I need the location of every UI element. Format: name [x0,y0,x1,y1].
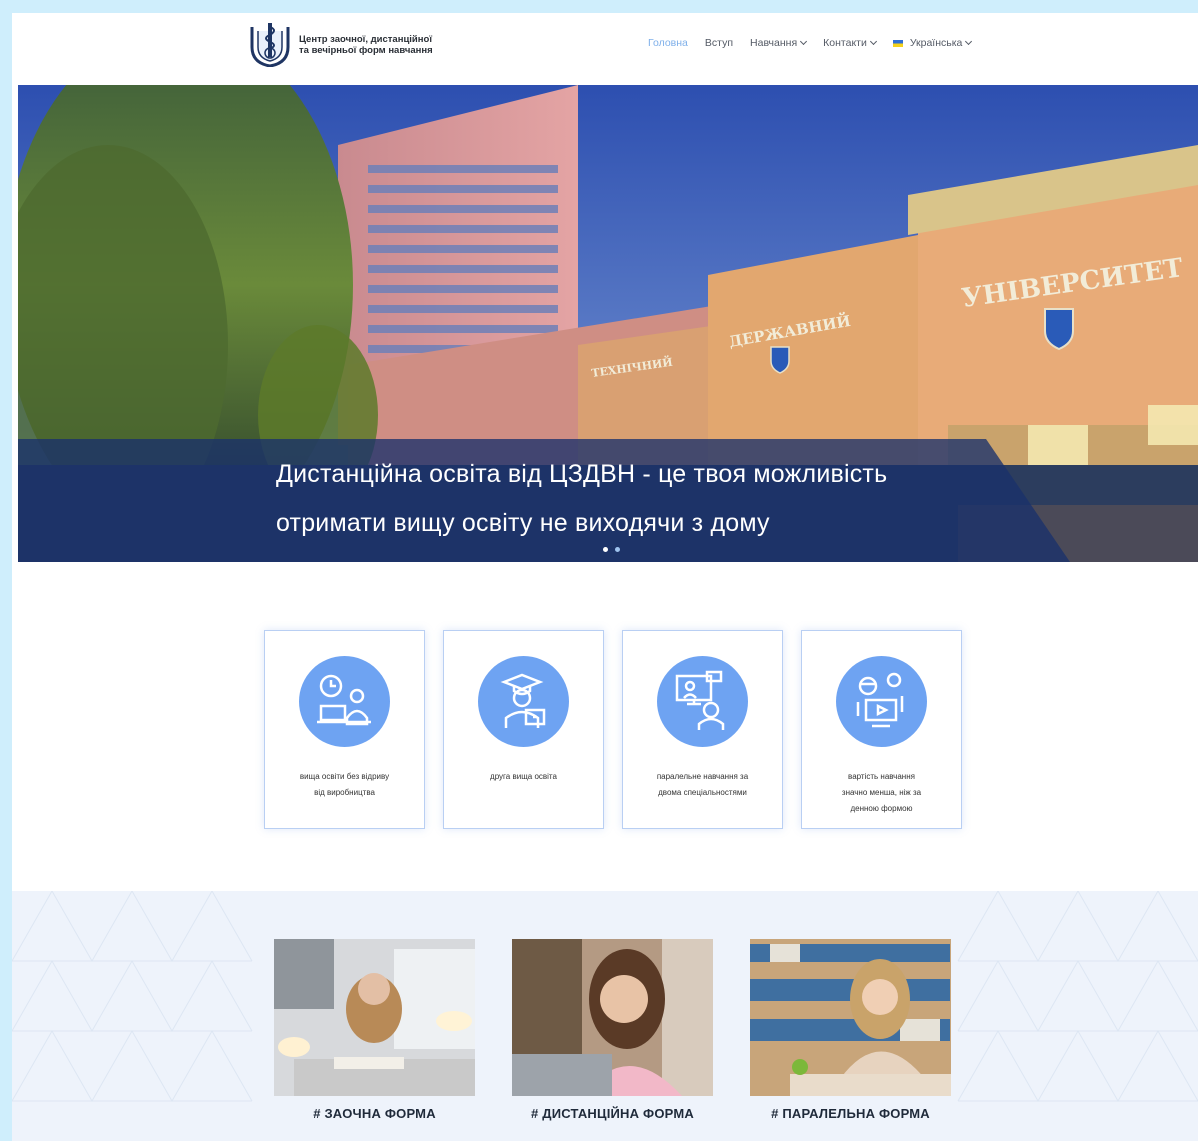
online-teacher-icon [657,656,748,747]
graduate-laptop-icon [478,656,569,747]
student-smiling-laptop-photo [512,939,713,1096]
feature-label: друга вища освіта [454,769,593,785]
clock-laptop-icon [299,656,390,747]
hero-caption: Дистанційна освіта від ЦЗДВН - це твоя м… [276,450,887,548]
feature-label-line3: денною формою [850,804,913,813]
chevron-down-icon [800,37,808,46]
slider-dot[interactable] [615,547,620,552]
language-label: Українська [909,37,963,49]
logo-title[interactable]: Центр заочної, дистанційної та вечірньої… [299,34,433,56]
feature-card[interactable]: друга вища освіта [443,630,604,829]
logo-title-line2: та вечірньої форм навчання [299,45,433,56]
logo-title-line1: Центр заочної, дистанційної [299,34,432,45]
feature-card[interactable]: паралельне навчання за двома спеціальнос… [622,630,783,829]
study-form-label: # ЗАОЧНА ФОРМА [313,1106,436,1121]
hero-caption-line1: Дистанційна освіта від ЦЗДВН - це твоя м… [276,460,888,488]
feature-card[interactable]: вартість навчання значно менша, ніж за д… [801,630,962,829]
page: Центр заочної, дистанційної та вечірньої… [12,13,1198,1141]
feature-label: вища освіти без відриву від виробництва [275,769,414,801]
language-switcher[interactable]: Українська [892,37,973,49]
nav-item-label: Контакти [823,37,867,49]
study-form-card[interactable]: # ДИСТАНЦІЙНА ФОРМА [512,939,713,1121]
study-forms: # ЗАОЧНА ФОРМА # ДИСТАНЦІЙНА ФОРМА # ПАР… [274,939,951,1121]
feature-label-line1: вища освіти без відриву [299,772,390,781]
nav-item-label: Головна [648,37,688,49]
hero-slider[interactable]: УНІВЕРСИТЕТ ДЕРЖАВНИЙ ТЕХНІЧНИЙ Дистанці… [18,85,1198,562]
nav-item-contacts[interactable]: Контакти [823,37,877,49]
nav-item-label: Навчання [750,37,798,49]
nav-item-study[interactable]: Навчання [750,37,808,49]
study-form-label: # ДИСТАНЦІЙНА ФОРМА [531,1106,694,1121]
study-form-label: # ПАРАЛЕЛЬНА ФОРМА [771,1106,930,1121]
feature-card[interactable]: вища освіти без відриву від виробництва [264,630,425,829]
site-header: Центр заочної, дистанційної та вечірньої… [12,13,1198,73]
study-forms-section: # ЗАОЧНА ФОРМА # ДИСТАНЦІЙНА ФОРМА # ПАР… [12,891,1198,1141]
study-form-card[interactable]: # ЗАОЧНА ФОРМА [274,939,475,1121]
feature-label: паралельне навчання за двома спеціальнос… [633,769,772,801]
video-learning-icon [836,656,927,747]
main-nav: Головна Вступ Навчання Контакти Українсь… [648,37,973,49]
university-logo[interactable] [248,21,292,68]
feature-label-line2: двома спеціальностями [658,788,747,797]
feature-label-line2: від виробництва [314,788,375,797]
feature-label-line1: друга вища освіта [490,772,557,781]
feature-label-line1: паралельне навчання за [656,772,749,781]
ukraine-flag-icon [892,39,903,47]
nav-item-admission[interactable]: Вступ [705,37,733,49]
slider-dot-active[interactable] [603,547,608,552]
chevron-down-icon [869,37,877,46]
feature-label: вартість навчання значно менша, ніж за д… [812,769,951,817]
nav-item-home[interactable]: Головна [648,37,688,49]
hero-caption-line2: отримати вищу освіту не виходячи з дому [276,509,770,537]
student-reading-lamp-photo [274,939,475,1096]
feature-label-line2: значно менша, ніж за [841,788,922,797]
student-library-photo [750,939,951,1096]
nav-item-label: Вступ [704,37,734,49]
slider-dots [603,547,620,552]
feature-label-line1: вартість навчання [848,772,915,781]
chevron-down-icon [965,37,973,46]
feature-cards: вища освіти без відриву від виробництва … [264,630,962,829]
study-form-card[interactable]: # ПАРАЛЕЛЬНА ФОРМА [750,939,951,1121]
